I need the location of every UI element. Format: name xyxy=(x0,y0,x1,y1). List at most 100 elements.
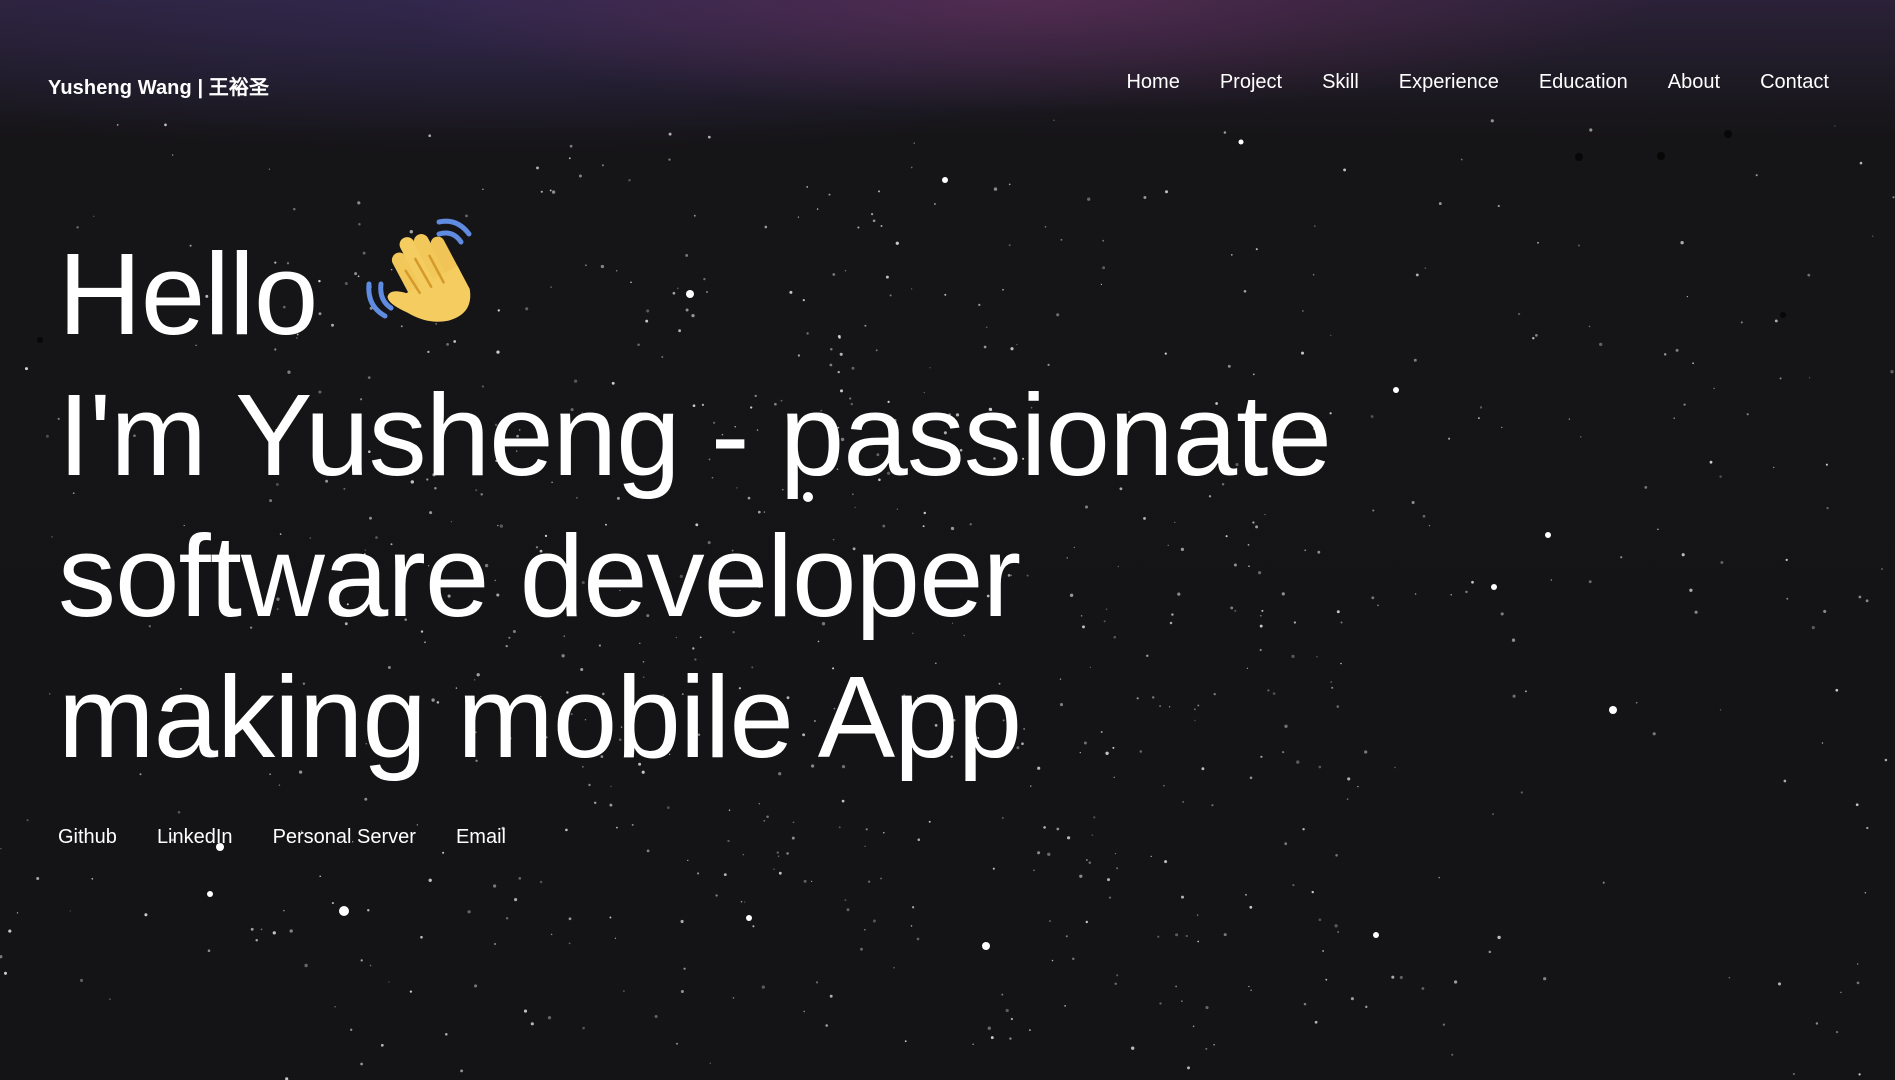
star xyxy=(1532,336,1535,340)
star xyxy=(773,868,775,871)
star xyxy=(539,880,543,884)
star xyxy=(844,899,847,902)
nav-project-link[interactable]: Project xyxy=(1220,71,1282,94)
star xyxy=(1205,1006,1209,1010)
star xyxy=(1535,334,1538,337)
star xyxy=(1709,460,1713,464)
nav-menu: Home Project Skill Experience Education … xyxy=(1126,71,1829,94)
star xyxy=(1248,985,1250,988)
star xyxy=(24,367,29,371)
star xyxy=(1858,595,1862,599)
star xyxy=(1856,981,1860,985)
star xyxy=(1438,202,1442,206)
star xyxy=(803,879,807,883)
nav-experience-link[interactable]: Experience xyxy=(1399,71,1499,94)
star xyxy=(1728,976,1731,979)
star xyxy=(536,166,539,170)
star xyxy=(1568,418,1571,420)
star xyxy=(622,990,625,993)
star xyxy=(582,1026,585,1030)
star xyxy=(1091,834,1094,836)
star xyxy=(1001,816,1004,820)
star xyxy=(1005,1008,1009,1013)
star xyxy=(1033,869,1035,871)
star xyxy=(1512,694,1516,698)
linkedin-link[interactable]: LinkedIn xyxy=(157,826,233,849)
star xyxy=(1774,319,1778,323)
hero-line-2: software developer xyxy=(58,511,1021,641)
star xyxy=(1680,241,1684,245)
star xyxy=(727,839,730,843)
star xyxy=(492,884,497,888)
nav-home-link[interactable]: Home xyxy=(1126,71,1179,94)
star xyxy=(1719,709,1722,711)
email-link[interactable]: Email xyxy=(456,826,506,849)
star xyxy=(614,937,617,939)
star xyxy=(547,1016,552,1020)
star xyxy=(1043,826,1046,829)
star xyxy=(993,187,998,191)
star xyxy=(1815,1022,1819,1025)
star xyxy=(420,935,423,939)
star xyxy=(910,925,913,927)
bright-star xyxy=(746,915,752,921)
star xyxy=(1517,312,1521,316)
star xyxy=(1588,580,1592,584)
star xyxy=(1056,827,1060,831)
star xyxy=(916,937,920,941)
star xyxy=(428,878,432,882)
hero-greeting: Hello xyxy=(58,229,318,359)
star xyxy=(882,831,885,834)
star xyxy=(1334,924,1338,928)
star xyxy=(1108,896,1112,899)
star xyxy=(1807,273,1811,277)
star xyxy=(1694,610,1698,614)
nav-contact-link[interactable]: Contact xyxy=(1760,71,1829,94)
brand-logo[interactable]: Yusheng Wang | 王裕圣 xyxy=(48,71,269,100)
star xyxy=(1106,878,1111,882)
star xyxy=(1713,387,1715,390)
star xyxy=(838,826,841,829)
nav-skill-link[interactable]: Skill xyxy=(1322,71,1359,94)
star xyxy=(1620,556,1623,559)
dark-speck xyxy=(1780,312,1786,318)
star xyxy=(1892,196,1895,199)
personal-server-link[interactable]: Personal Server xyxy=(273,826,416,849)
star xyxy=(283,909,285,912)
star xyxy=(829,994,833,998)
star xyxy=(1150,855,1152,858)
star xyxy=(551,190,556,194)
star xyxy=(409,990,413,993)
star xyxy=(723,873,727,877)
star xyxy=(549,189,552,192)
star xyxy=(1051,959,1054,962)
star xyxy=(1686,295,1689,298)
star xyxy=(1826,506,1829,510)
star xyxy=(828,193,831,196)
github-link[interactable]: Github xyxy=(58,826,117,849)
star xyxy=(1881,568,1883,570)
star xyxy=(1065,935,1068,938)
star xyxy=(990,1036,994,1040)
star xyxy=(1346,798,1349,800)
star xyxy=(1577,244,1581,247)
star xyxy=(350,1028,353,1031)
star xyxy=(1497,935,1501,940)
star xyxy=(388,981,390,983)
nav-education-link[interactable]: Education xyxy=(1539,71,1628,94)
star xyxy=(1635,701,1638,704)
star xyxy=(1187,1066,1190,1070)
star xyxy=(786,852,789,855)
star xyxy=(1093,816,1096,819)
nav-about-link[interactable]: About xyxy=(1668,71,1720,94)
star xyxy=(987,1026,991,1030)
bright-star xyxy=(1491,584,1497,590)
star xyxy=(680,990,684,993)
star xyxy=(1322,950,1324,952)
star xyxy=(260,928,263,931)
top-navbar: Yusheng Wang | 王裕圣 Home Project Skill Ex… xyxy=(0,0,1895,165)
star xyxy=(615,826,618,829)
star xyxy=(1543,977,1547,981)
star xyxy=(1663,353,1667,356)
star xyxy=(1477,417,1480,420)
